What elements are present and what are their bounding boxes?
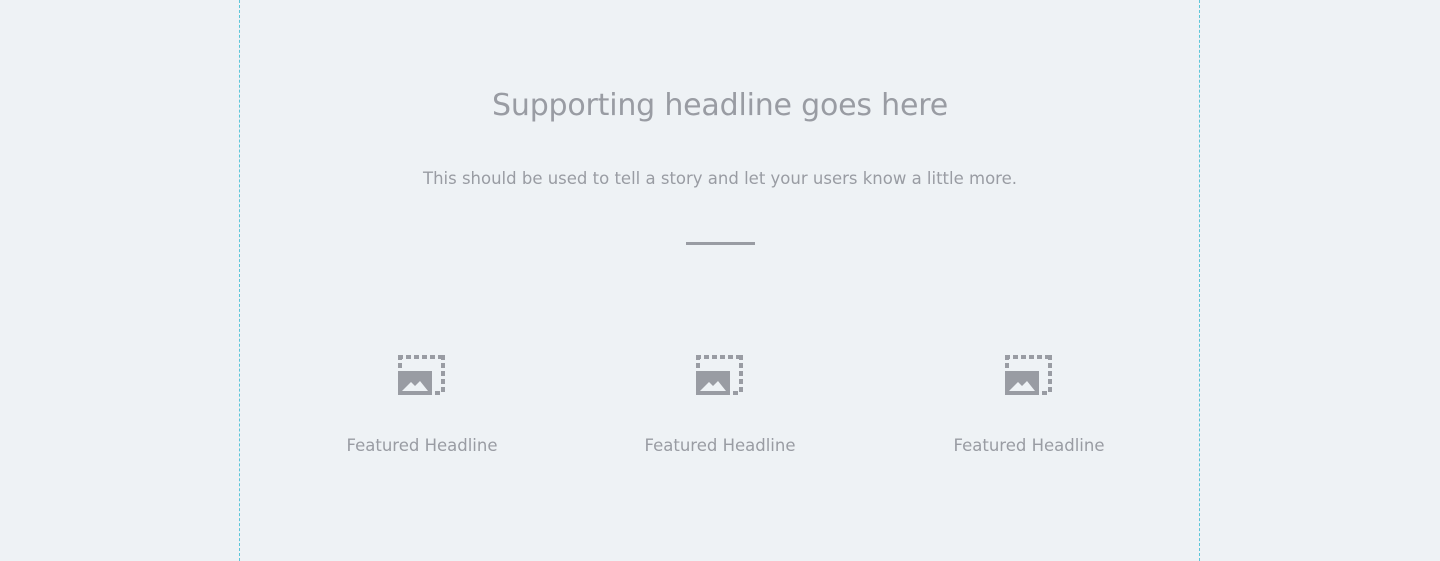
feature-headline: Featured Headline	[953, 436, 1105, 455]
supporting-headline: Supporting headline goes here	[492, 88, 948, 123]
feature-item-2: Featured Headline	[620, 353, 820, 456]
feature-item-1: Featured Headline	[322, 353, 522, 456]
image-placeholder-icon	[1005, 355, 1052, 395]
feature-item-3: Featured Headline	[929, 353, 1129, 456]
image-placeholder-icon	[398, 355, 445, 395]
image-placeholder-icon	[696, 355, 743, 395]
page-canvas: Supporting headline goes here This shoul…	[0, 0, 1440, 561]
section-divider	[686, 242, 755, 245]
supporting-subtext: This should be used to tell a story and …	[422, 169, 1017, 188]
content-section: Supporting headline goes here This shoul…	[240, 0, 1200, 561]
feature-headline: Featured Headline	[346, 436, 498, 455]
feature-headline: Featured Headline	[644, 436, 796, 455]
